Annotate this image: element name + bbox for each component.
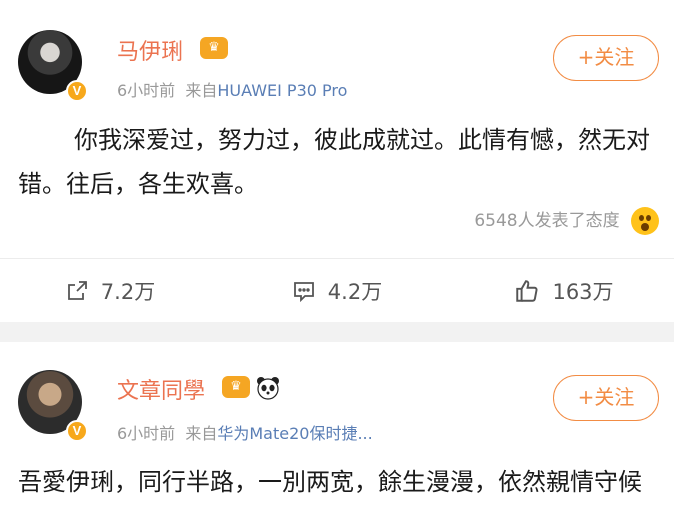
repost-icon — [67, 280, 87, 300]
weibo-post: V 文章同學 ♛ 6小时前 来自华为Mate20保时捷... +关注 吾愛伊琍，… — [0, 342, 674, 524]
post-meta: 6小时前 来自HUAWEI P30 Pro — [117, 77, 347, 101]
action-bar: 7.2万 4.2万 163万 — [0, 259, 674, 322]
post-time: 6小时前 — [117, 424, 176, 443]
surprised-emoji-icon — [631, 207, 659, 235]
repost-button[interactable]: 7.2万 — [0, 259, 220, 322]
post-source[interactable]: 华为Mate20保时捷... — [217, 424, 372, 443]
crown-icon: ♛ — [200, 37, 228, 59]
source-prefix: 来自 — [185, 81, 218, 100]
post-content: 你我深爱过，努力过，彼此成就过。此情有憾，然无对错。往后，各生欢喜。 — [18, 126, 650, 198]
panda-icon — [257, 377, 279, 400]
reactions-summary[interactable]: 6548人发表了态度 — [474, 206, 659, 235]
source-prefix: 来自 — [185, 424, 218, 443]
follow-button[interactable]: +关注 — [553, 375, 659, 421]
comment-count: 4.2万 — [327, 279, 383, 304]
reactions-count: 6548人发表了态度 — [474, 211, 620, 231]
thumbs-up-icon — [516, 279, 538, 302]
follow-button[interactable]: +关注 — [553, 35, 659, 81]
username[interactable]: 文章同學 — [117, 373, 205, 405]
crown-icon: ♛ — [222, 376, 250, 398]
like-count: 163万 — [552, 279, 614, 304]
post-source[interactable]: HUAWEI P30 Pro — [217, 81, 347, 100]
post-separator — [0, 322, 674, 342]
like-button[interactable]: 163万 — [454, 259, 674, 322]
post-meta: 6小时前 来自华为Mate20保时捷... — [117, 420, 373, 444]
verified-badge-icon: V — [66, 80, 88, 102]
post-content: 吾愛伊琍，同行半路，一別两宽，餘生漫漫，依然親情守候 — [18, 468, 642, 496]
weibo-post: V 马伊琍 ♛ 6小时前 来自HUAWEI P30 Pro +关注 你我深爱过，… — [0, 0, 674, 322]
comment-button[interactable]: 4.2万 — [227, 259, 447, 322]
comment-icon — [293, 281, 314, 302]
post-time: 6小时前 — [117, 81, 176, 100]
verified-badge-icon: V — [66, 420, 88, 442]
repost-count: 7.2万 — [100, 279, 156, 304]
username[interactable]: 马伊琍 — [117, 34, 183, 66]
